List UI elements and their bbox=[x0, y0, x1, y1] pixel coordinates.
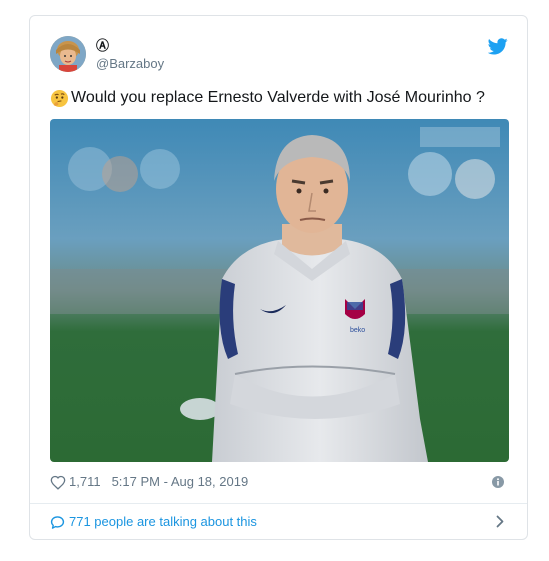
display-name[interactable]: Ⓐ bbox=[96, 38, 109, 54]
conversation-label[interactable]: 771 people are talking about this bbox=[69, 514, 257, 530]
timestamp[interactable]: 5:17 PM - Aug 18, 2019 bbox=[112, 474, 249, 490]
tweet-card[interactable]: Ⓐ @Barzaboy Would you replace Ernesto Va… bbox=[29, 15, 528, 540]
divider bbox=[30, 503, 527, 504]
tweet-text: Would you replace Ernesto Valverde with … bbox=[71, 89, 485, 106]
conversation-link[interactable]: 771 people are talking about this bbox=[50, 514, 257, 530]
svg-text:beko: beko bbox=[350, 327, 365, 334]
thinking-face-icon bbox=[50, 89, 69, 107]
heart-icon[interactable] bbox=[50, 475, 66, 490]
like-count[interactable]: 1,711 bbox=[69, 474, 101, 490]
tweet-text-row: Would you replace Ernesto Valverde with … bbox=[50, 88, 485, 108]
tweet-meta: 1,711 5:17 PM - Aug 18, 2019 bbox=[50, 474, 248, 490]
avatar[interactable] bbox=[50, 36, 86, 72]
chevron-right-icon[interactable] bbox=[496, 515, 504, 528]
tweet-photo[interactable]: beko bbox=[50, 119, 509, 462]
info-icon[interactable] bbox=[492, 476, 504, 488]
speech-bubble-icon bbox=[50, 515, 65, 529]
twitter-bird-icon[interactable] bbox=[488, 38, 508, 55]
user-handle[interactable]: @Barzaboy bbox=[96, 56, 164, 72]
